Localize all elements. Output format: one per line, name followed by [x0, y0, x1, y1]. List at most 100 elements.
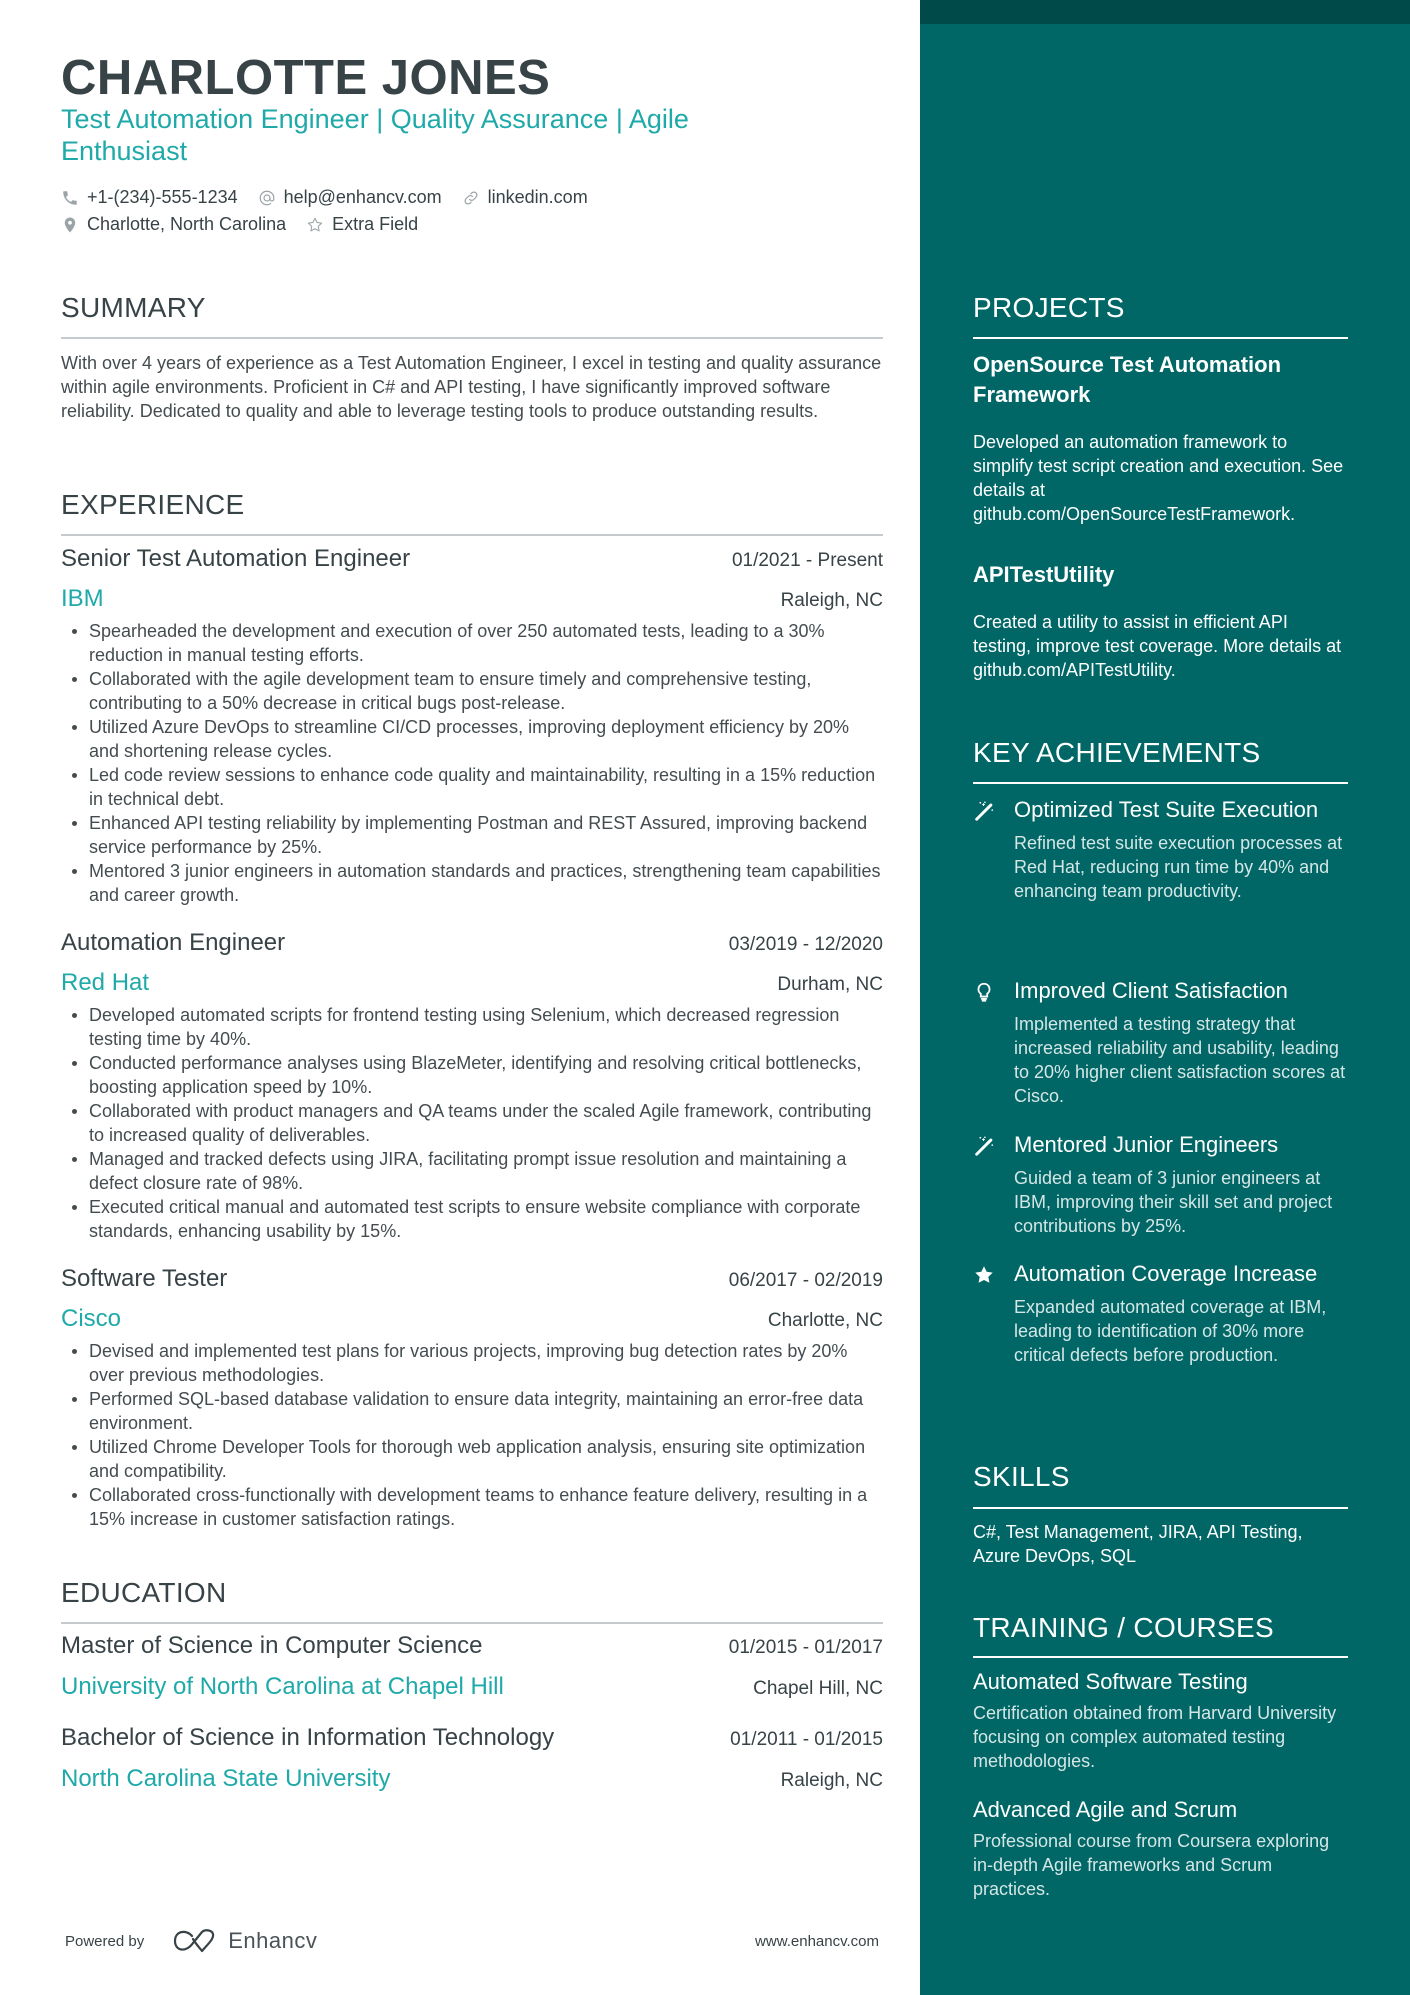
education-divider: [61, 1622, 883, 1624]
education-entry: Master of Science in Computer Science 01…: [61, 1632, 883, 1703]
job-bullet: Conducted performance analyses using Bla…: [61, 1051, 883, 1099]
skills-list: C#, Test Management, JIRA, API Testing, …: [973, 1522, 1303, 1566]
education-dates: 01/2015 - 01/2017: [728, 1637, 883, 1658]
job-bullet: Utilized Chrome Developer Tools for thor…: [61, 1435, 883, 1483]
achievement-description: Refined test suite execution processes a…: [1014, 833, 1343, 901]
extra-field-text: Extra Field: [332, 214, 419, 234]
job-bullet: Mentored 3 junior engineers in automatio…: [61, 859, 883, 907]
achievement-title: Optimized Test Suite Execution: [1014, 797, 1319, 822]
linkedin-text: linkedin.com: [487, 187, 588, 207]
job-location: Raleigh, NC: [780, 590, 883, 611]
summary-heading: SUMMARY: [61, 292, 206, 323]
training-divider: [973, 1656, 1348, 1658]
achievement-item: Improved Client Satisfaction Implemented…: [973, 976, 1353, 1108]
training-heading: TRAINING / COURSES: [973, 1612, 1274, 1643]
star-outline-icon: [306, 216, 324, 234]
job-bullet: Performed SQL-based database validation …: [61, 1387, 883, 1435]
experience-heading: EXPERIENCE: [61, 489, 245, 520]
job-bullets: Devised and implemented test plans for v…: [61, 1339, 883, 1531]
course-description: Professional course from Coursera explor…: [973, 1831, 1330, 1899]
projects-heading: PROJECTS: [973, 292, 1125, 323]
footer: Powered by Enhancv www.enhancv.com: [65, 1928, 879, 1954]
job-bullet: Managed and tracked defects using JIRA, …: [61, 1147, 883, 1195]
achievement-description: Expanded automated coverage at IBM, lead…: [1014, 1297, 1327, 1365]
location-pin-icon: [61, 216, 79, 234]
enhancv-brand[interactable]: Enhancv: [172, 1928, 317, 1954]
school: North Carolina State University: [61, 1765, 391, 1792]
degree: Master of Science in Computer Science: [61, 1632, 483, 1659]
course-item: Advanced Agile and Scrum Professional co…: [973, 1796, 1348, 1901]
job-bullet: Led code review sessions to enhance code…: [61, 763, 883, 811]
powered-by-label: Powered by: [65, 1932, 145, 1950]
achievements-heading: KEY ACHIEVEMENTS: [973, 737, 1261, 768]
magic-wand-icon: [973, 800, 995, 822]
job-location: Charlotte, NC: [767, 1310, 883, 1331]
brand-name: Enhancv: [228, 1928, 318, 1953]
job-bullet: Executed critical manual and automated t…: [61, 1195, 883, 1243]
achievement-item: Mentored Junior Engineers Guided a team …: [973, 1130, 1353, 1238]
phone-text: +1-(234)-555-1234: [87, 187, 238, 207]
achievement-description: Implemented a testing strategy that incr…: [1014, 1014, 1346, 1106]
skills-divider: [973, 1507, 1348, 1509]
job-company: Cisco: [61, 1305, 122, 1332]
education-location: Raleigh, NC: [780, 1770, 883, 1791]
job-dates: 01/2021 - Present: [731, 550, 883, 571]
contact-email[interactable]: help@enhancv.com: [258, 187, 442, 208]
summary-text: With over 4 years of experience as a Tes…: [61, 353, 882, 421]
job-bullet: Developed automated scripts for frontend…: [61, 1003, 883, 1051]
job-bullet: Collaborated with product managers and Q…: [61, 1099, 883, 1147]
contact-extra: Extra Field: [306, 214, 418, 235]
skills-heading: SKILLS: [973, 1461, 1070, 1492]
job-location: Durham, NC: [777, 974, 883, 995]
course-title: Advanced Agile and Scrum: [973, 1797, 1238, 1822]
location-text: Charlotte, North Carolina: [87, 214, 287, 234]
job-company: Red Hat: [61, 969, 150, 996]
contact-info: +1-(234)-555-1234 help@enhancv.com linke…: [61, 184, 608, 238]
job-company: IBM: [61, 585, 104, 612]
project-title: APITestUtility: [973, 562, 1115, 587]
project-title: OpenSource Test Automation Framework: [973, 352, 1282, 407]
achievement-title: Automation Coverage Increase: [1014, 1261, 1318, 1286]
lightbulb-icon: [973, 981, 995, 1003]
job-title: Software Tester: [61, 1265, 228, 1292]
at-icon: [258, 189, 276, 207]
job-bullet: Spearheaded the development and executio…: [61, 619, 883, 667]
enhancv-logo-icon: [174, 1929, 215, 1953]
job-bullets: Developed automated scripts for frontend…: [61, 1003, 883, 1243]
job-dates: 06/2017 - 02/2019: [728, 1270, 883, 1291]
website-link[interactable]: www.enhancv.com: [755, 1933, 879, 1950]
contact-phone[interactable]: +1-(234)-555-1234: [61, 187, 238, 208]
contact-linkedin[interactable]: linkedin.com: [462, 187, 588, 208]
project-item: APITestUtility Created a utility to assi…: [973, 560, 1348, 682]
job-bullet: Enhanced API testing reliability by impl…: [61, 811, 883, 859]
job-entry: Automation Engineer 03/2019 - 12/2020 Re…: [61, 929, 883, 1243]
job-dates: 03/2019 - 12/2020: [728, 934, 883, 955]
degree: Bachelor of Science in Information Techn…: [61, 1724, 555, 1751]
project-item: OpenSource Test Automation Framework Dev…: [973, 350, 1348, 526]
job-bullet: Utilized Azure DevOps to streamline CI/C…: [61, 715, 883, 763]
job-title: Senior Test Automation Engineer: [61, 545, 411, 572]
education-entry: Bachelor of Science in Information Techn…: [61, 1724, 883, 1795]
project-description: Developed an automation framework to sim…: [973, 432, 1344, 524]
job-title: Automation Engineer: [61, 929, 286, 956]
link-icon: [462, 189, 480, 207]
contact-location: Charlotte, North Carolina: [61, 214, 286, 235]
achievements-divider: [973, 782, 1348, 784]
job-bullet: Collaborated cross-functionally with dev…: [61, 1483, 883, 1531]
achievement-title: Improved Client Satisfaction: [1014, 978, 1288, 1003]
email-text: help@enhancv.com: [283, 187, 442, 207]
course-item: Automated Software Testing Certification…: [973, 1668, 1348, 1773]
phone-icon: [61, 189, 79, 207]
candidate-name: CHARLOTTE JONES: [61, 51, 551, 105]
sidebar-top-strip: [920, 0, 1410, 24]
candidate-title: Test Automation Engineer | Quality Assur…: [61, 104, 689, 166]
magic-wand-icon: [973, 1135, 995, 1157]
achievement-description: Guided a team of 3 junior engineers at I…: [1014, 1168, 1333, 1236]
achievement-title: Mentored Junior Engineers: [1014, 1132, 1279, 1157]
achievement-item: Automation Coverage Increase Expanded au…: [973, 1259, 1353, 1367]
job-entry: Senior Test Automation Engineer 01/2021 …: [61, 545, 883, 907]
job-bullet: Devised and implemented test plans for v…: [61, 1339, 883, 1387]
project-description: Created a utility to assist in efficient…: [973, 612, 1342, 680]
summary-divider: [61, 337, 883, 339]
achievement-item: Optimized Test Suite Execution Refined t…: [973, 795, 1353, 903]
